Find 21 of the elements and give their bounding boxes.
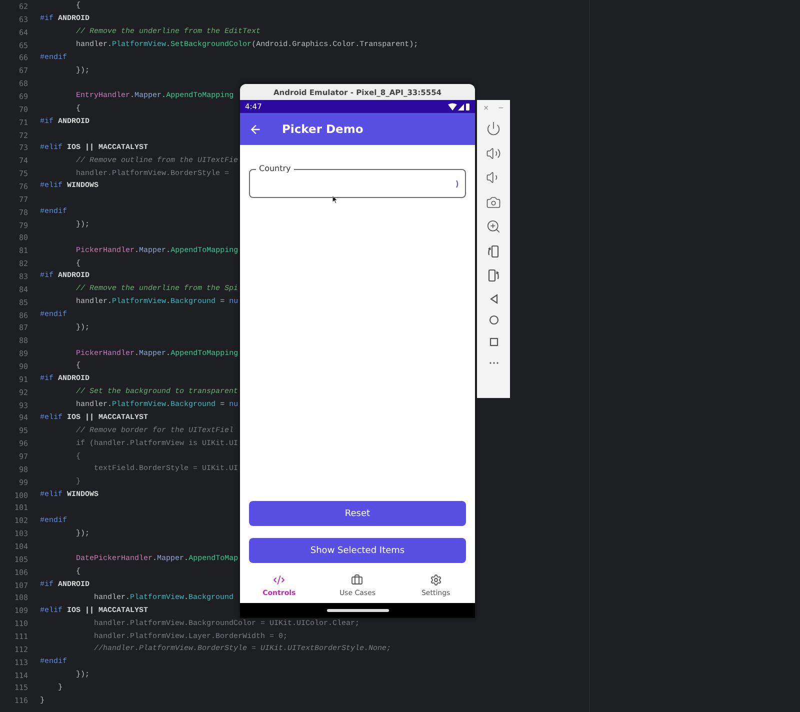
- overview-icon[interactable]: [488, 336, 500, 348]
- code-icon: [273, 574, 286, 586]
- rotate-right-icon[interactable]: [486, 268, 501, 283]
- field-label: Country: [256, 164, 294, 173]
- app-title: Picker Demo: [282, 122, 364, 136]
- back-icon[interactable]: [488, 292, 500, 304]
- action-button[interactable]: Show Selected Items: [249, 538, 466, 563]
- home-icon[interactable]: [488, 314, 500, 326]
- action-button[interactable]: Reset: [249, 501, 466, 526]
- briefcase-icon: [351, 574, 364, 586]
- home-handle[interactable]: [326, 609, 388, 612]
- mouse-cursor-icon: [332, 195, 338, 204]
- settings-icon: [430, 574, 442, 586]
- volume-up-icon[interactable]: [486, 146, 501, 160]
- rotate-left-icon[interactable]: [486, 244, 501, 258]
- back-arrow-icon[interactable]: [249, 122, 262, 136]
- status-icons-drawing: [448, 102, 470, 110]
- camera-icon[interactable]: [486, 194, 501, 210]
- zoom-in-icon[interactable]: [486, 219, 501, 234]
- arc-icon: [456, 180, 459, 188]
- power-icon[interactable]: [486, 121, 501, 136]
